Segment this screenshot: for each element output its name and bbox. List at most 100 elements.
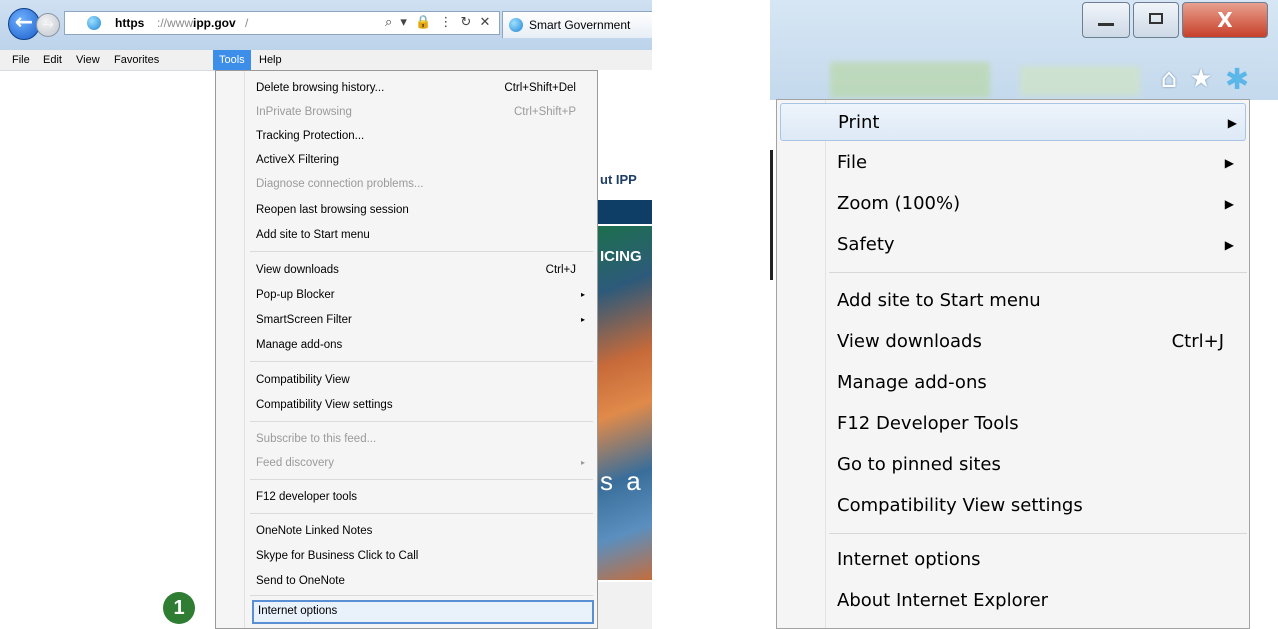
menu-item-label: Internet options <box>258 605 338 617</box>
webpage-nav-bar <box>598 200 652 224</box>
url-host: ipp.gov <box>193 16 236 30</box>
menu-item-view-downloads[interactable]: View downloads Ctrl+J <box>256 259 591 281</box>
menu-item-label: View downloads <box>256 264 339 276</box>
menu-item-internet-options[interactable]: Internet options <box>837 541 1242 579</box>
close-icon: X <box>1217 8 1233 32</box>
menu-item-file[interactable]: File ▶ <box>837 144 1242 182</box>
forward-button[interactable]: → <box>36 13 60 37</box>
menu-item-label: View downloads <box>837 331 982 352</box>
browser-tab[interactable]: Smart Government <box>502 11 652 38</box>
menu-item-label: Manage add-ons <box>256 339 343 351</box>
menu-item-skype-call[interactable]: Skype for Business Click to Call <box>256 545 591 567</box>
menu-item-label: InPrivate Browsing <box>256 106 352 118</box>
menu-item-label: Go to pinned sites <box>837 454 1001 475</box>
menu-item-onenote-linked[interactable]: OneNote Linked Notes <box>256 520 591 542</box>
ie-page-icon <box>87 16 101 30</box>
menu-file[interactable]: File <box>6 50 36 70</box>
menu-item-label: Manage add-ons <box>837 372 987 393</box>
menu-item-feed-discovery[interactable]: Feed discovery ▸ <box>256 452 591 474</box>
webpage-footer <box>598 582 652 629</box>
menu-item-inprivate[interactable]: InPrivate Browsing Ctrl+Shift+P <box>256 101 591 123</box>
menu-item-label: Compatibility View settings <box>837 495 1083 516</box>
tab-title: Smart Government <box>529 18 631 32</box>
menu-item-label: Zoom (100%) <box>837 193 961 214</box>
submenu-arrow-icon: ▸ <box>580 458 585 467</box>
menu-item-f12-tools[interactable]: F12 Developer Tools <box>837 405 1242 443</box>
menu-edit[interactable]: Edit <box>37 50 68 70</box>
blurred-tab <box>830 62 990 98</box>
menu-item-manage-addons[interactable]: Manage add-ons <box>837 364 1242 402</box>
menu-item-pinned-sites[interactable]: Go to pinned sites <box>837 446 1242 484</box>
menu-item-diagnose[interactable]: Diagnose connection problems... <box>256 173 591 195</box>
close-button[interactable]: X <box>1182 2 1268 38</box>
maximize-button[interactable] <box>1133 2 1179 38</box>
menu-item-reopen-session[interactable]: Reopen last browsing session <box>256 199 591 221</box>
menu-item-zoom[interactable]: Zoom (100%) ▶ <box>837 185 1242 223</box>
menu-item-label: Print <box>838 112 880 133</box>
menu-item-label: File <box>837 152 868 173</box>
menu-item-label: Send to OneNote <box>256 575 345 587</box>
favorites-star-icon[interactable]: ★ <box>1188 66 1214 92</box>
menu-item-tracking-protection[interactable]: Tracking Protection... <box>256 125 591 147</box>
menu-item-activex-filtering[interactable]: ActiveX Filtering <box>256 149 591 171</box>
menu-item-label: Add site to Start menu <box>256 229 370 241</box>
menu-separator <box>829 533 1247 534</box>
menu-item-label: Compatibility View <box>256 374 350 386</box>
menu-item-print[interactable]: Print ▶ <box>780 103 1246 141</box>
menu-separator <box>250 479 593 480</box>
menu-item-label: Add site to Start menu <box>837 290 1041 311</box>
menu-help[interactable]: Help <box>253 50 288 70</box>
menu-item-about-ie[interactable]: About Internet Explorer <box>837 582 1242 620</box>
menu-tools[interactable]: Tools <box>213 50 251 70</box>
menu-favorites[interactable]: Favorites <box>108 50 165 70</box>
gear-icon[interactable]: ✱ <box>1222 64 1252 94</box>
menu-item-label: F12 developer tools <box>256 491 358 503</box>
maximize-icon <box>1149 13 1163 24</box>
webpage-overlay-text: s a <box>600 466 644 496</box>
menu-item-f12-tools[interactable]: F12 developer tools <box>256 486 591 508</box>
menu-view[interactable]: View <box>70 50 106 70</box>
menu-item-manage-addons[interactable]: Manage add-ons <box>256 334 591 356</box>
menu-item-shortcut: Ctrl+J <box>545 264 576 276</box>
ie-tools-menu-screenshot: ← → https ://www. ipp.gov / ⌕ ▾ 🔒 ⋮ ↻ ✕ … <box>0 0 652 629</box>
menu-item-popup-blocker[interactable]: Pop-up Blocker ▸ <box>256 284 591 306</box>
menu-item-shortcut: Ctrl+Shift+P <box>514 106 576 118</box>
address-bar-icons[interactable]: ⌕ ▾ 🔒 ⋮ ↻ ✕ <box>385 10 492 36</box>
menu-item-add-site-start[interactable]: Add site to Start menu <box>837 282 1242 320</box>
menu-item-shortcut: Ctrl+J <box>1171 331 1224 352</box>
menu-item-label: Feed discovery <box>256 457 334 469</box>
menu-bar: File Edit View Favorites Tools Help <box>0 50 652 71</box>
submenu-arrow-icon: ▸ <box>580 290 585 299</box>
submenu-arrow-icon: ▶ <box>1224 197 1234 211</box>
menu-item-delete-history[interactable]: Delete browsing history... Ctrl+Shift+De… <box>256 77 591 99</box>
menu-item-label: SmartScreen Filter <box>256 314 352 326</box>
menu-item-compat-view[interactable]: Compatibility View <box>256 369 591 391</box>
menu-separator <box>250 251 593 252</box>
webpage-banner-image <box>598 226 652 580</box>
menu-item-shortcut: Ctrl+Shift+Del <box>504 82 576 94</box>
webpage-about-link[interactable]: ut IPP <box>600 172 637 187</box>
menu-item-smartscreen[interactable]: SmartScreen Filter ▸ <box>256 309 591 331</box>
menu-item-subscribe-feed[interactable]: Subscribe to this feed... <box>256 428 591 450</box>
home-icon[interactable]: ⌂ <box>1156 66 1182 92</box>
submenu-arrow-icon: ▶ <box>1224 238 1234 252</box>
menu-item-label: ActiveX Filtering <box>256 154 340 166</box>
menu-item-label: Skype for Business Click to Call <box>256 550 419 562</box>
menu-item-label: OneNote Linked Notes <box>256 525 373 537</box>
menu-item-label: Reopen last browsing session <box>256 204 409 216</box>
minimize-button[interactable] <box>1082 2 1130 38</box>
menu-item-safety[interactable]: Safety ▶ <box>837 226 1242 264</box>
menu-item-view-downloads[interactable]: View downloads Ctrl+J <box>837 323 1242 361</box>
menu-item-internet-options[interactable]: Internet options <box>252 600 594 624</box>
menu-item-add-site-start[interactable]: Add site to Start menu <box>256 224 591 246</box>
url-scheme: https <box>115 16 145 30</box>
submenu-arrow-icon: ▸ <box>580 315 585 324</box>
page-edge <box>770 150 773 280</box>
menu-separator <box>250 421 593 422</box>
menu-item-compat-view-settings[interactable]: Compatibility View settings <box>837 487 1242 525</box>
tools-dropdown-menu: Delete browsing history... Ctrl+Shift+De… <box>215 70 598 629</box>
menu-item-send-onenote[interactable]: Send to OneNote <box>256 570 591 592</box>
url-separator: ://www. <box>157 16 196 30</box>
ie-settings-menu-screenshot: X ⌂ ★ ✱ Print ▶ File ▶ Zoom (100%) ▶ Saf… <box>770 0 1278 629</box>
menu-item-compat-view-settings[interactable]: Compatibility View settings <box>256 394 591 416</box>
